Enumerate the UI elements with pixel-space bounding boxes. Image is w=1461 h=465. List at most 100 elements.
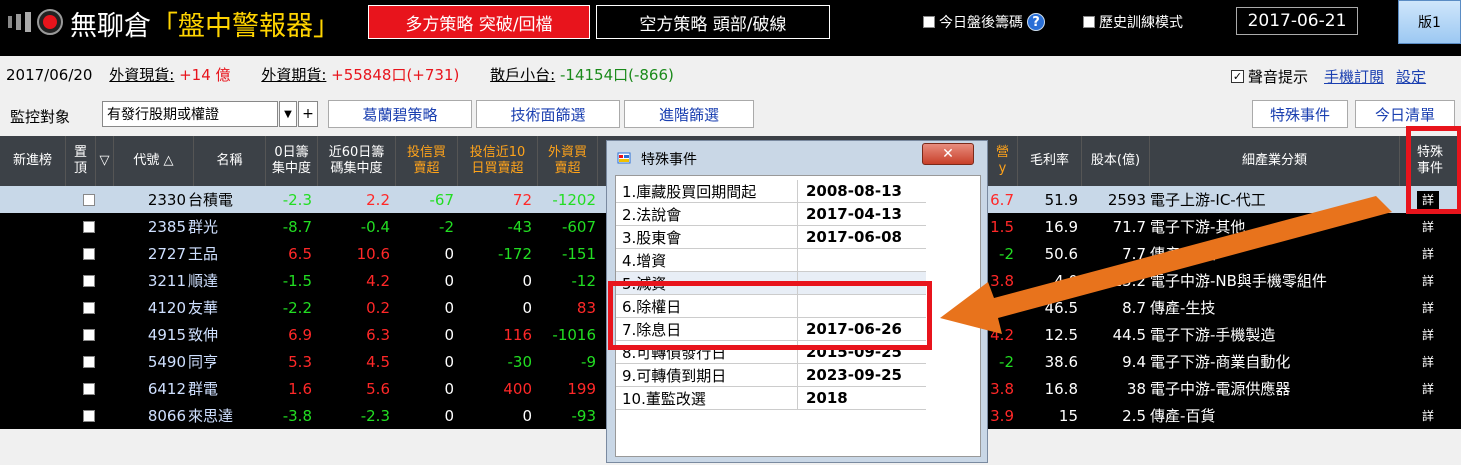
col-foreign-line2: 賣超 bbox=[554, 161, 581, 176]
row-pin-checkbox[interactable] bbox=[82, 186, 96, 213]
event-row[interactable]: 9.可轉債到期日 2023-09-25 bbox=[616, 364, 926, 387]
row-detail-button[interactable]: 詳 bbox=[1416, 213, 1440, 240]
row-detail-button[interactable]: 詳 bbox=[1416, 321, 1440, 348]
row-60d-conc: 6.9 bbox=[288, 325, 312, 344]
pin-checkbox[interactable] bbox=[83, 274, 95, 287]
long-strategy-button[interactable]: 多方策略 突破/回檔 bbox=[368, 5, 590, 39]
row-pin-checkbox[interactable] bbox=[82, 375, 96, 402]
history-mode-option[interactable]: 歷史訓練模式 bbox=[1083, 12, 1183, 32]
advanced-filter-button[interactable]: 進階篩選 bbox=[624, 100, 754, 128]
technical-filter-button[interactable]: 技術面篩選 bbox=[476, 100, 620, 128]
col-foreign[interactable]: 外資買 賣超 bbox=[538, 136, 598, 186]
col-60d-line1: 0日籌 bbox=[274, 145, 309, 160]
detail-button[interactable]: 詳 bbox=[1417, 406, 1439, 425]
pin-checkbox[interactable] bbox=[83, 409, 95, 422]
col-industry[interactable]: 細產業分類 bbox=[1150, 136, 1400, 186]
event-row[interactable]: 4.增資 bbox=[616, 249, 926, 272]
date-field[interactable]: 2017-06-21 bbox=[1236, 7, 1358, 35]
col-revenue[interactable]: 營y bbox=[988, 136, 1018, 186]
pin-checkbox[interactable] bbox=[83, 193, 95, 206]
row-industry: 傳產-百貨 bbox=[1150, 407, 1216, 425]
detail-button[interactable]: 詳 bbox=[1417, 271, 1439, 290]
col-name[interactable]: 名稱 bbox=[194, 136, 266, 186]
event-row[interactable]: 10.董監改選 2018 bbox=[616, 387, 926, 410]
phone-subscribe-link[interactable]: 手機訂閱 bbox=[1324, 66, 1384, 87]
row-pin-checkbox[interactable] bbox=[82, 267, 96, 294]
event-value: 2017-06-08 bbox=[806, 228, 902, 246]
info-date: 2017/06/20 bbox=[6, 66, 93, 84]
row-gross-margin: 4.0 bbox=[1054, 271, 1078, 290]
add-button[interactable]: + bbox=[298, 101, 318, 127]
row-industry: 電子中游-電源供應器 bbox=[1150, 380, 1291, 398]
col-new-entry[interactable]: 新進榜 bbox=[0, 136, 66, 186]
row-pin-checkbox[interactable] bbox=[82, 402, 96, 429]
event-row[interactable]: 3.股東會 2017-06-08 bbox=[616, 226, 926, 249]
row-detail-button[interactable]: 詳 bbox=[1416, 267, 1440, 294]
chevron-down-icon[interactable]: ▼ bbox=[279, 101, 297, 127]
row-trust10: -43 bbox=[507, 217, 533, 236]
row-detail-button[interactable]: 詳 bbox=[1416, 402, 1440, 429]
col-code[interactable]: 代號 △ bbox=[114, 136, 194, 186]
detail-button[interactable]: 詳 bbox=[1417, 352, 1439, 371]
col-trust10[interactable]: 投信近10 日買賣超 bbox=[458, 136, 538, 186]
detail-button[interactable]: 詳 bbox=[1417, 379, 1439, 398]
row-pin-checkbox[interactable] bbox=[82, 294, 96, 321]
help-icon[interactable]: ? bbox=[1027, 13, 1045, 31]
row-detail-button[interactable]: 詳 bbox=[1416, 294, 1440, 321]
row-detail-button[interactable]: 詳 bbox=[1416, 375, 1440, 402]
pin-checkbox[interactable] bbox=[83, 328, 95, 341]
version-button[interactable]: 版1 bbox=[1398, 0, 1461, 44]
pin-checkbox[interactable] bbox=[83, 301, 95, 314]
today-list-button[interactable]: 今日清單 bbox=[1355, 100, 1455, 128]
row-detail-button[interactable]: 詳 bbox=[1416, 348, 1440, 375]
row-detail-button[interactable]: 詳 bbox=[1416, 240, 1440, 267]
row-pin-checkbox[interactable] bbox=[82, 321, 96, 348]
after-hours-option[interactable]: 今日盤後籌碼 ? bbox=[923, 12, 1045, 32]
row-60d-conc: -8.7 bbox=[282, 217, 312, 236]
short-strategy-button[interactable]: 空方策略 頭部/破線 bbox=[596, 5, 830, 39]
pin-checkbox[interactable] bbox=[83, 220, 95, 233]
row-trust: 0 bbox=[444, 325, 454, 344]
row-pin-checkbox[interactable] bbox=[82, 213, 96, 240]
row-gross-margin: 15 bbox=[1058, 406, 1078, 425]
event-row[interactable]: 1.庫藏股買回期間起 2008-08-13 bbox=[616, 180, 926, 203]
row-pin-checkbox[interactable] bbox=[82, 348, 96, 375]
after-hours-checkbox[interactable] bbox=[923, 16, 935, 28]
detail-button[interactable]: 詳 bbox=[1417, 325, 1439, 344]
col-trust[interactable]: 投信買 賣超 bbox=[396, 136, 458, 186]
row-capital: 8.7 bbox=[1122, 298, 1146, 317]
row-pin-checkbox[interactable] bbox=[82, 240, 96, 267]
sound-option[interactable]: ✓ 聲音提示 手機訂閱 設定 bbox=[1231, 66, 1426, 87]
foreign-futures-label[interactable]: 外資期貨: bbox=[261, 66, 326, 84]
pin-checkbox[interactable] bbox=[83, 355, 95, 368]
retail-label[interactable]: 散戶小台: bbox=[490, 66, 555, 84]
settings-link[interactable]: 設定 bbox=[1396, 66, 1426, 87]
monitor-select[interactable]: 有發行股期或權證 bbox=[102, 101, 278, 127]
row-trust10: 0 bbox=[522, 406, 532, 425]
row-60d-conc: -3.8 bbox=[282, 406, 312, 425]
close-icon[interactable]: ✕ bbox=[922, 143, 974, 165]
col-pin-line2: 頂 bbox=[73, 161, 87, 176]
col-gross-margin[interactable]: 毛利率 bbox=[1018, 136, 1082, 186]
row-near60-conc: 0.2 bbox=[366, 298, 390, 317]
detail-button[interactable]: 詳 bbox=[1417, 244, 1439, 263]
col-60d-conc[interactable]: 0日籌 集中度 bbox=[266, 136, 318, 186]
filter-icon[interactable]: ▽ bbox=[96, 136, 114, 186]
granville-button[interactable]: 葛蘭碧策略 bbox=[328, 100, 472, 128]
detail-button[interactable]: 詳 bbox=[1417, 217, 1439, 236]
foreign-spot-label[interactable]: 外資現貨: bbox=[109, 66, 174, 84]
event-row[interactable]: 2.法說會 2017-04-13 bbox=[616, 203, 926, 226]
detail-button[interactable]: 詳 bbox=[1417, 298, 1439, 317]
col-capital[interactable]: 股本(億) bbox=[1082, 136, 1150, 186]
history-mode-checkbox[interactable] bbox=[1083, 16, 1095, 28]
col-near60-conc[interactable]: 近60日籌 碼集中度 bbox=[318, 136, 396, 186]
col-pin[interactable]: 置頂 bbox=[66, 136, 96, 186]
row-near60-conc: -2.3 bbox=[360, 406, 390, 425]
sound-checkbox[interactable]: ✓ bbox=[1231, 70, 1244, 83]
special-events-button[interactable]: 特殊事件 bbox=[1252, 100, 1348, 128]
row-code: 2727 bbox=[147, 244, 186, 263]
pin-checkbox[interactable] bbox=[83, 382, 95, 395]
row-trust10: -172 bbox=[497, 244, 532, 263]
row-near60-conc: 4.5 bbox=[366, 352, 390, 371]
pin-checkbox[interactable] bbox=[83, 247, 95, 260]
